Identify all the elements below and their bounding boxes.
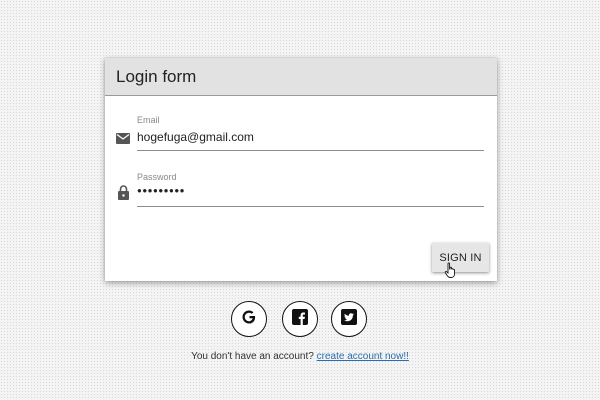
signup-prompt: You don't have an account? create accoun… [0,351,600,362]
signup-prompt-text: You don't have an account? [191,351,314,362]
google-icon [240,308,258,331]
facebook-login-button[interactable] [282,301,318,337]
email-field[interactable]: hogefuga@gmail.com [137,130,254,144]
login-card: Login form Email hogefuga@gmail.com Pass… [105,58,497,281]
twitter-login-button[interactable] [331,301,367,337]
card-title: Login form [116,67,197,86]
password-underline [137,206,484,207]
password-label: Password [137,172,177,182]
sign-in-button[interactable]: SIGN IN [432,243,489,272]
email-underline [137,150,484,151]
password-field[interactable]: ●●●●●●●●● [137,186,185,195]
twitter-icon [341,308,357,330]
email-label: Email [137,115,160,125]
card-header: Login form [105,58,497,96]
lock-icon [118,185,129,205]
facebook-icon [292,308,308,330]
google-login-button[interactable] [231,301,267,337]
hand-cursor-icon [444,262,458,284]
create-account-link[interactable]: create account now!! [317,351,409,362]
envelope-icon [116,131,130,149]
